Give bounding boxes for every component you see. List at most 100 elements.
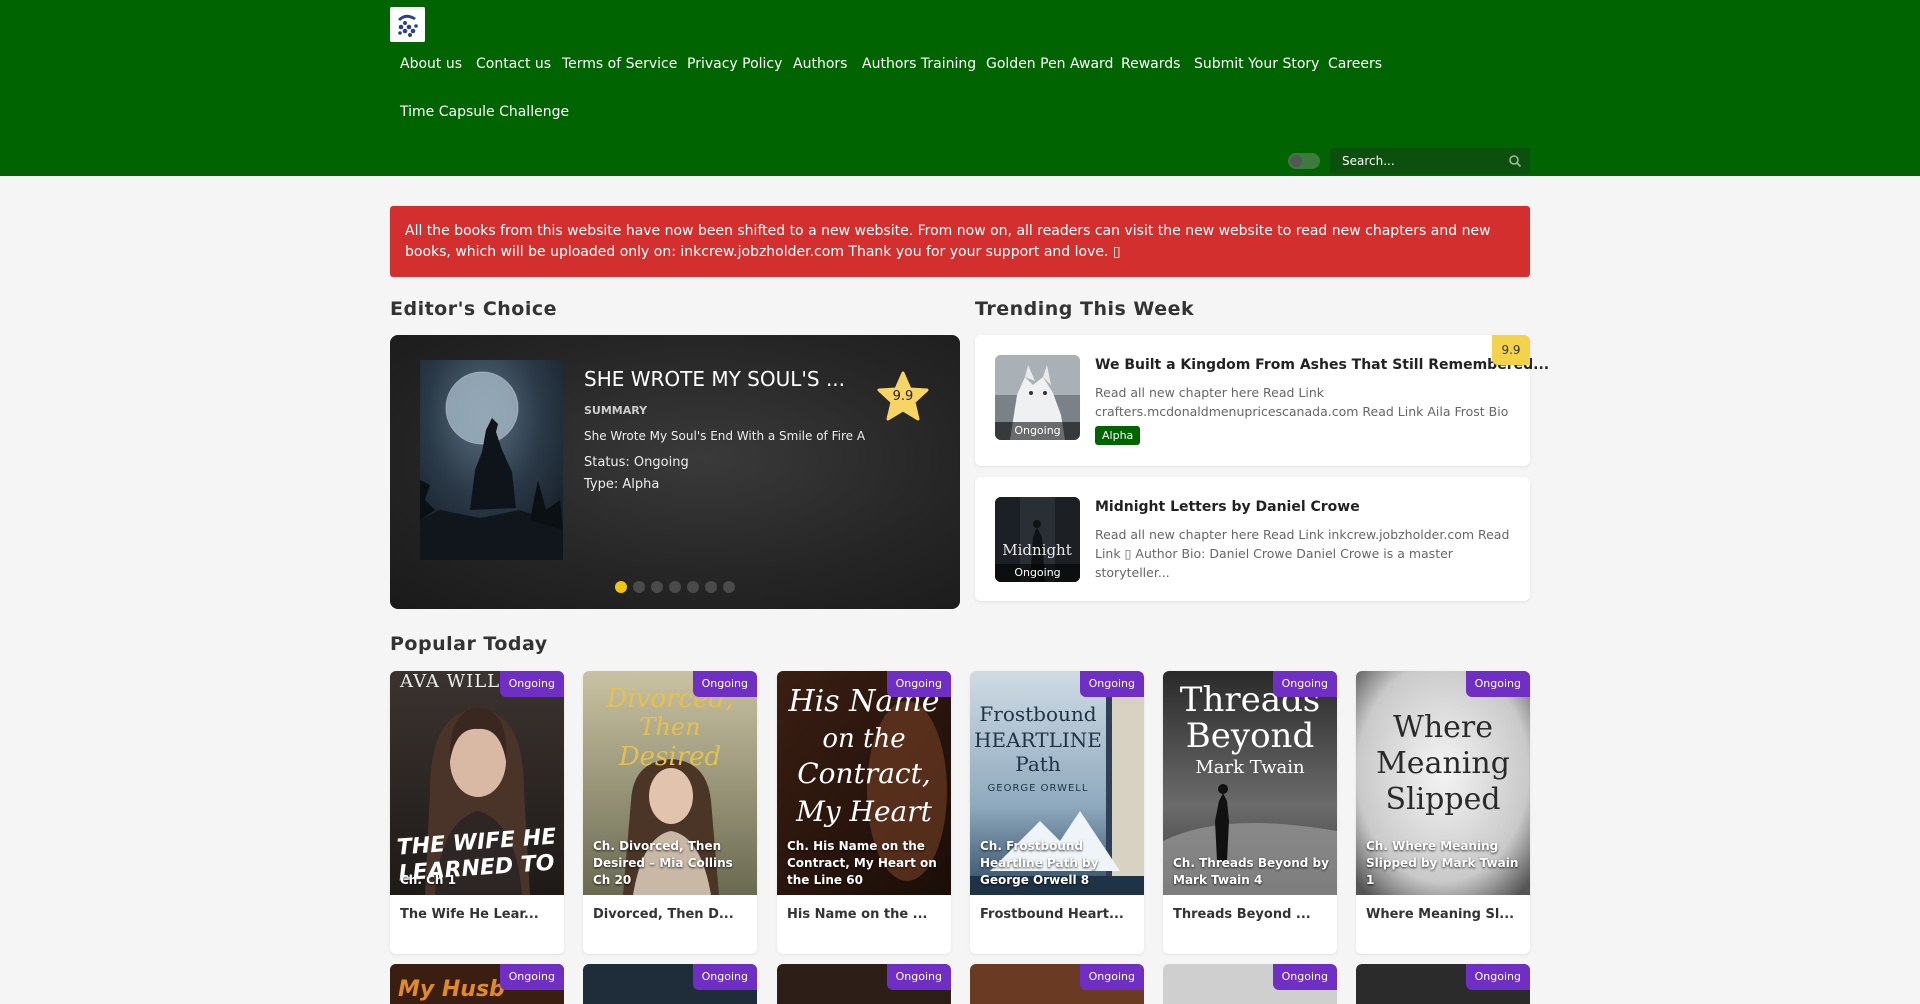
popular-book-card[interactable]: Where Meaning Slipped Ch. Where Meaning …: [1356, 671, 1530, 954]
editor-book-status: Status: Ongoing: [584, 455, 689, 470]
trending-status-label: Ongoing: [995, 564, 1080, 582]
cover-author-text: Mark Twain: [1195, 757, 1305, 778]
popular-book-card[interactable]: My Husb Ongoing: [390, 964, 564, 1004]
book-title[interactable]: The Wife He Lear...: [400, 907, 539, 922]
latest-chapter-label[interactable]: Ch. His Name on the Contract, My Heart o…: [787, 838, 943, 889]
book-cover[interactable]: Where Meaning Slipped Ch. Where Meaning …: [1356, 671, 1530, 895]
slider-dot-4[interactable]: [669, 581, 681, 593]
popular-book-card[interactable]: Ongoing: [970, 964, 1144, 1004]
trending-thumb[interactable]: Ongoing: [995, 355, 1080, 440]
book-cover[interactable]: Divorced, Then Desired Ch. Divorced, The…: [583, 671, 757, 895]
svg-text:Contract,: Contract,: [797, 757, 930, 790]
latest-chapter-label[interactable]: Ch. Threads Beyond by Mark Twain 4: [1173, 855, 1329, 889]
book-cover[interactable]: Threads Beyond Mark Twain Ch. Threads Be…: [1163, 671, 1337, 895]
nav-contact-us[interactable]: Contact us: [476, 56, 551, 72]
svg-text:Path: Path: [1015, 752, 1061, 776]
book-cover[interactable]: AVA WILL THE WIFE HE LEARNED TO Ch. Ch 1: [390, 671, 564, 895]
dark-mode-toggle[interactable]: [1288, 153, 1320, 169]
trending-item[interactable]: Midnight Ongoing Midnight Letters by Dan…: [975, 477, 1530, 601]
editor-book-cover[interactable]: [420, 360, 563, 560]
status-badge: Ongoing: [499, 671, 564, 697]
slider-pagination: [615, 581, 745, 593]
slider-dot-1[interactable]: [615, 581, 627, 593]
popular-book-card[interactable]: AVA WILL THE WIFE HE LEARNED TO Ch. Ch 1…: [390, 671, 564, 954]
book-title[interactable]: Frostbound Heart...: [980, 907, 1124, 922]
status-badge: Ongoing: [692, 671, 757, 697]
svg-text:Desired: Desired: [618, 742, 721, 772]
trending-title[interactable]: We Built a Kingdom From Ashes That Still…: [1095, 357, 1549, 373]
slider-dot-3[interactable]: [651, 581, 663, 593]
nav-privacy-policy[interactable]: Privacy Policy: [687, 56, 782, 72]
trending-description: Read all new chapter here Read Link craf…: [1095, 385, 1509, 438]
popular-book-card[interactable]: Ongoing: [777, 964, 951, 1004]
svg-text:Meaning: Meaning: [1376, 746, 1510, 781]
trending-heading: Trending This Week: [975, 298, 1195, 320]
popular-today-heading: Popular Today: [390, 633, 548, 655]
popular-book-card[interactable]: Ongoing: [583, 964, 757, 1004]
status-badge: Ongoing: [1465, 671, 1530, 697]
trending-description: Read all new chapter here Read Link inkc…: [1095, 527, 1510, 580]
svg-text:HEARTLINE: HEARTLINE: [974, 728, 1102, 752]
popular-book-card[interactable]: Frostbound HEARTLINE Path GEORGE ORWELL …: [970, 671, 1144, 954]
popular-book-card[interactable]: Divorced, Then Desired Ch. Divorced, The…: [583, 671, 757, 954]
svg-text:on the: on the: [822, 724, 905, 754]
logo-icon: [390, 7, 425, 42]
popular-book-card[interactable]: Ongoing: [1163, 964, 1337, 1004]
trending-item[interactable]: Ongoing We Built a Kingdom From Ashes Th…: [975, 335, 1549, 466]
book-title[interactable]: Divorced, Then D...: [593, 907, 734, 922]
nav-time-capsule-challenge[interactable]: Time Capsule Challenge: [400, 104, 569, 120]
nav-terms-of-service[interactable]: Terms of Service: [562, 56, 677, 72]
editor-book-title[interactable]: SHE WROTE MY SOUL'S ...: [584, 367, 845, 391]
nav-authors-training[interactable]: Authors Training: [862, 56, 976, 72]
slider-dot-5[interactable]: [687, 581, 699, 593]
slider-dot-2[interactable]: [633, 581, 645, 593]
svg-text:Then: Then: [639, 713, 700, 741]
latest-chapter-label[interactable]: Ch. Divorced, Then Desired – Mia Collins…: [593, 838, 749, 889]
status-badge: Ongoing: [1272, 671, 1337, 697]
nav-authors[interactable]: Authors: [793, 56, 847, 72]
site-logo[interactable]: [390, 7, 425, 42]
nav-careers[interactable]: Careers: [1328, 56, 1382, 72]
search-box: [1330, 148, 1530, 174]
cover-title-text: My Husb: [398, 977, 505, 1002]
svg-text:Beyond: Beyond: [1186, 716, 1314, 756]
status-badge: Ongoing: [886, 964, 951, 990]
nav-rewards[interactable]: Rewards: [1121, 56, 1180, 72]
popular-book-card[interactable]: Ongoing: [1356, 964, 1530, 1004]
status-badge: Ongoing: [1272, 964, 1337, 990]
nav-about-us[interactable]: About us: [400, 56, 462, 72]
announcement-banner: All the books from this website have now…: [390, 206, 1530, 277]
site-header: About us Contact us Terms of Service Pri…: [0, 0, 1920, 176]
trending-thumb[interactable]: Midnight Ongoing: [995, 497, 1080, 582]
status-badge: Ongoing: [1465, 964, 1530, 990]
rating-score: 9.9: [892, 389, 914, 404]
svg-text:Frostbound: Frostbound: [979, 702, 1096, 726]
editors-choice-slider[interactable]: SHE WROTE MY SOUL'S ... SUMMARY She Wrot…: [390, 335, 960, 609]
book-cover[interactable]: His Name on the Contract, My Heart Ch. H…: [777, 671, 951, 895]
slider-dot-7[interactable]: [723, 581, 735, 593]
latest-chapter-label[interactable]: Ch. Where Meaning Slipped by Mark Twain …: [1366, 838, 1522, 889]
nav-submit-your-story[interactable]: Submit Your Story: [1194, 56, 1319, 72]
popular-book-card[interactable]: Threads Beyond Mark Twain Ch. Threads Be…: [1163, 671, 1337, 954]
book-title[interactable]: Threads Beyond ...: [1173, 907, 1311, 922]
midnight-cover-text: Midnight: [1002, 541, 1072, 559]
search-input[interactable]: [1330, 148, 1500, 174]
status-badge: Ongoing: [692, 964, 757, 990]
slider-dot-6[interactable]: [705, 581, 717, 593]
rating-star-badge: 9.9: [876, 371, 930, 423]
genre-tag[interactable]: Alpha: [1095, 426, 1141, 445]
editors-choice-heading: Editor's Choice: [390, 298, 558, 320]
nav-golden-pen-award[interactable]: Golden Pen Award: [986, 56, 1113, 72]
trending-title[interactable]: Midnight Letters by Daniel Crowe: [1095, 499, 1360, 515]
toggle-knob: [1290, 155, 1302, 167]
book-cover[interactable]: Frostbound HEARTLINE Path GEORGE ORWELL …: [970, 671, 1144, 895]
book-title[interactable]: His Name on the ...: [787, 907, 927, 922]
latest-chapter-label[interactable]: Ch. Frostbound Heartline Path by George …: [980, 838, 1136, 889]
book-title[interactable]: Where Meaning Sl...: [1366, 907, 1514, 922]
latest-chapter-label[interactable]: Ch. Ch 1: [400, 872, 556, 889]
editor-book-type: Type: Alpha: [584, 477, 660, 492]
search-icon[interactable]: [1508, 154, 1522, 168]
status-badge: Ongoing: [1079, 964, 1144, 990]
cover-image: AVA WILL THE WIFE HE LEARNED TO: [390, 671, 564, 895]
popular-book-card[interactable]: His Name on the Contract, My Heart Ch. H…: [777, 671, 951, 954]
